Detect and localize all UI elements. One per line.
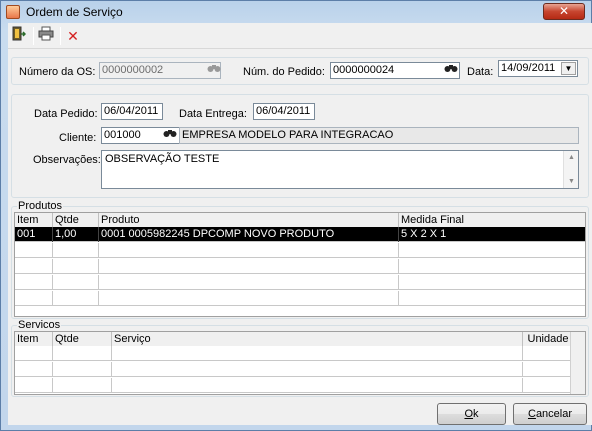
column-header-medida-final[interactable]: Medida Final <box>399 213 585 227</box>
table-row[interactable]: 001 1,00 0001 0005982245 DPCOMP NOVO PRO… <box>15 227 585 242</box>
date-picker[interactable]: 14/09/2011 ▼ <box>498 60 578 77</box>
table-row[interactable] <box>15 362 571 377</box>
cancel-button[interactable]: Cancelar <box>513 403 587 425</box>
services-grid-header: Item Qtde Serviço Unidade <box>15 332 571 346</box>
client-name-field: EMPRESA MODELO PARA INTEGRACAO <box>179 127 579 144</box>
os-number-label: Número da OS: <box>19 66 96 78</box>
order-number-label: Núm. do Pedido: <box>243 66 325 78</box>
products-grid[interactable]: Item Qtde Produto Medida Final 001 1,00 … <box>14 212 586 317</box>
toolbar: ✕ <box>8 23 592 49</box>
table-row[interactable] <box>15 378 571 393</box>
toolbar-separator <box>60 27 61 45</box>
close-button[interactable]: ✕ <box>543 3 585 20</box>
services-grid[interactable]: Item Qtde Serviço Unidade <box>14 331 586 395</box>
order-date-field[interactable]: 06/04/2011 <box>101 103 163 120</box>
column-header-item[interactable]: Item <box>15 332 53 346</box>
scroll-down-icon[interactable]: ▼ <box>564 178 579 185</box>
printer-icon[interactable] <box>36 26 56 46</box>
column-header-servico[interactable]: Serviço <box>112 332 523 346</box>
table-row[interactable] <box>15 275 585 290</box>
client-area: ✕ Número da OS: 0000000002 Núm. do Pedid… <box>8 23 592 425</box>
services-scrollbar[interactable] <box>570 332 585 394</box>
window-title: Ordem de Serviço <box>26 5 123 19</box>
products-group-title: Produtos <box>17 200 64 212</box>
order-window: Ordem de Serviço ✕ ✕ Número da OS: 00000… <box>0 0 592 431</box>
observations-label: Observações: <box>33 154 101 166</box>
binoculars-icon[interactable] <box>207 63 221 78</box>
client-label: Cliente: <box>59 132 97 144</box>
header-group: Número da OS: 0000000002 Núm. do Pedido:… <box>11 57 589 85</box>
table-row[interactable] <box>15 243 585 258</box>
binoculars-icon[interactable] <box>163 128 177 143</box>
title-bar[interactable]: Ordem de Serviço ✕ <box>1 1 591 23</box>
table-row[interactable] <box>15 346 571 361</box>
delivery-date-label: Data Entrega: <box>179 108 247 120</box>
products-grid-header: Item Qtde Produto Medida Final <box>15 213 585 227</box>
column-header-produto[interactable]: Produto <box>99 213 399 227</box>
observations-textarea[interactable]: OBSERVAÇÃO TESTE ▲ ▼ <box>101 150 579 189</box>
table-row[interactable] <box>15 259 585 274</box>
app-icon <box>6 5 20 19</box>
delivery-date-field[interactable]: 06/04/2011 <box>253 103 315 120</box>
cell-item: 001 <box>15 227 53 242</box>
scroll-up-icon[interactable]: ▲ <box>564 154 579 161</box>
chevron-down-icon[interactable]: ▼ <box>561 62 576 75</box>
order-date-label: Data Pedido: <box>34 108 98 120</box>
exit-door-icon[interactable] <box>9 26 29 46</box>
column-header-item[interactable]: Item <box>15 213 53 227</box>
cell-medida-final: 5 X 2 X 1 <box>401 228 447 240</box>
cell-produto: 0001 0005982245 DPCOMP NOVO PRODUTO <box>99 227 399 242</box>
binoculars-icon[interactable] <box>444 63 458 78</box>
order-number-field[interactable]: 0000000024 <box>330 62 460 79</box>
products-group: Produtos Item Qtde Produto Medida Final … <box>11 200 589 319</box>
date-label: Data: <box>467 66 494 78</box>
toolbar-separator <box>33 27 34 45</box>
column-header-unidade[interactable]: Unidade <box>523 332 571 346</box>
services-group-title: Servicos <box>17 319 62 331</box>
column-header-qtde[interactable]: Qtde <box>53 332 112 346</box>
column-header-qtde[interactable]: Qtde <box>53 213 99 227</box>
cell-qtde: 1,00 <box>53 227 99 242</box>
ok-button[interactable]: Ok <box>437 403 506 425</box>
order-info-group: Data Pedido: 06/04/2011 Data Entrega: 06… <box>11 94 589 198</box>
services-group: Servicos Item Qtde Serviço Unidade <box>11 319 589 397</box>
table-row[interactable] <box>15 291 585 306</box>
os-number-field[interactable]: 0000000002 <box>99 62 221 79</box>
delete-x-icon[interactable]: ✕ <box>63 26 83 46</box>
observations-scrollbar[interactable]: ▲ ▼ <box>563 151 578 188</box>
